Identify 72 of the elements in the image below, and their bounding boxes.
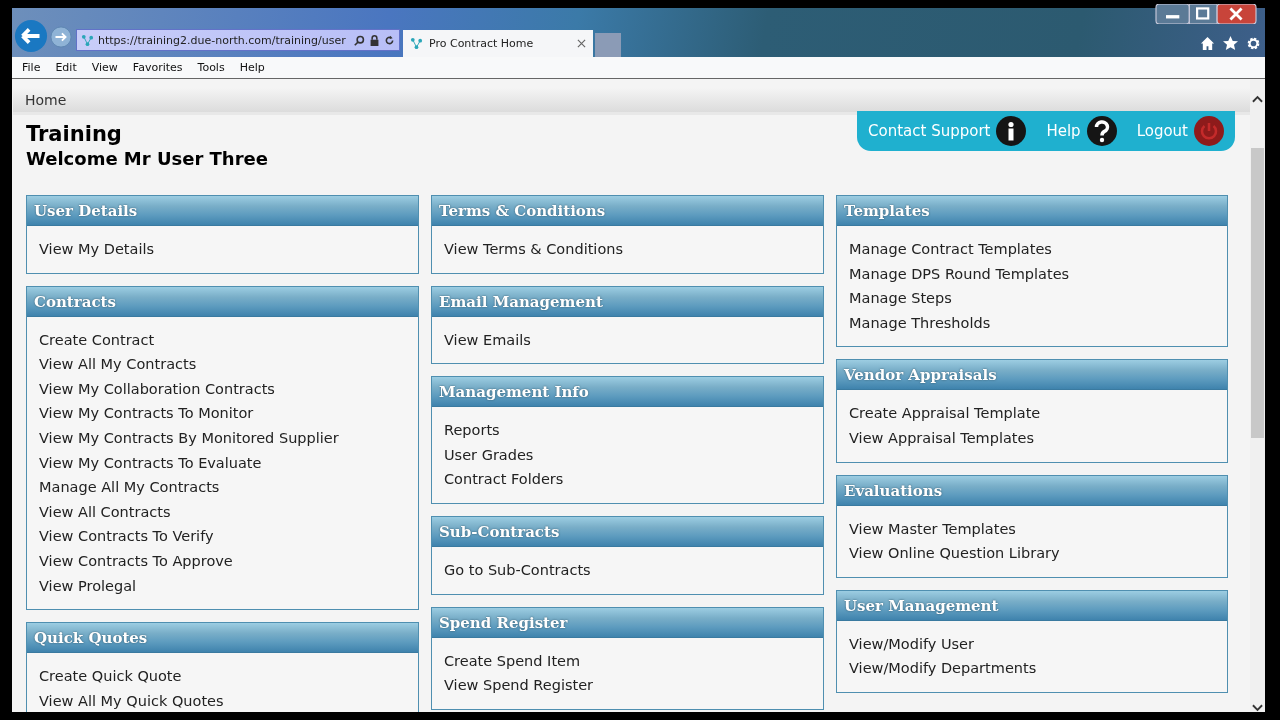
site-icon	[81, 33, 94, 47]
panel-link[interactable]: Create Quick Quote	[39, 664, 406, 689]
lock-icon	[369, 34, 380, 46]
panel-link[interactable]: View Online Question Library	[849, 541, 1215, 566]
panel-link[interactable]: View/Modify User	[849, 631, 1215, 657]
panel-header: Quick Quotes	[27, 623, 418, 654]
panel-link[interactable]: Create Spend Item	[444, 648, 811, 674]
menu-item[interactable]: Help	[239, 61, 265, 74]
panel-link[interactable]: View All My Contracts	[39, 352, 406, 377]
help-icon	[1086, 116, 1117, 146]
menu-item[interactable]: Edit	[55, 61, 77, 74]
scroll-down-icon[interactable]	[1252, 704, 1263, 712]
panel-link[interactable]: Contract Folders	[444, 467, 811, 492]
panel-link[interactable]: View My Collaboration Contracts	[39, 376, 406, 402]
panel-link[interactable]: View/Modify Departments	[849, 656, 1215, 681]
panel-header: Contracts	[27, 286, 418, 317]
back-button-icon[interactable]	[14, 19, 48, 53]
panel-link[interactable]: View My Contracts By Monitored Supplier	[39, 425, 406, 451]
scroll-up-icon[interactable]	[1252, 95, 1263, 103]
panel-link[interactable]: Create Appraisal Template	[849, 401, 1215, 426]
refresh-icon[interactable]	[384, 34, 395, 46]
star-icon[interactable]	[1223, 36, 1238, 51]
site-title: Training	[26, 121, 123, 147]
panel-link[interactable]: Manage All My Contracts	[39, 475, 406, 500]
panel-header: Management Info	[432, 377, 823, 408]
breadcrumb-text[interactable]: Home	[25, 92, 67, 108]
info-icon	[996, 116, 1027, 146]
panel-link[interactable]: Manage Contract Templates	[849, 237, 1215, 262]
panel-link[interactable]: View Appraisal Templates	[849, 425, 1215, 451]
panel-link[interactable]: View Prolegal	[39, 573, 406, 599]
url-text: https://training2.due-north.com/training/user	[98, 33, 347, 47]
panel-link[interactable]: Reports	[444, 418, 811, 443]
panel-link[interactable]: View Contracts To Approve	[39, 548, 406, 574]
address-bar[interactable]: https://training2.due-north.com/training/user	[76, 29, 400, 51]
panel-link[interactable]: View My Contracts To Monitor	[39, 401, 406, 426]
panel-link[interactable]: View All Contracts	[39, 499, 406, 525]
panel-link[interactable]: Manage DPS Round Templates	[849, 261, 1215, 287]
home-icon[interactable]	[1200, 36, 1215, 51]
panel-link[interactable]: View All My Quick Quotes	[39, 688, 406, 712]
menu-item[interactable]: Tools	[197, 61, 225, 74]
panel-header: Templates	[837, 196, 1227, 226]
panel-header: User Details	[27, 196, 418, 226]
panel-link[interactable]: View My Contracts To Evaluate	[39, 450, 406, 476]
welcome-text: Welcome Mr User Three	[26, 147, 268, 171]
panel-link[interactable]: View Emails	[444, 327, 811, 353]
panel-link[interactable]: View Terms & Conditions	[444, 237, 811, 262]
panel-header: User Management	[837, 590, 1227, 621]
panel-link[interactable]: Go to Sub-Contracts	[444, 557, 811, 583]
menu-item[interactable]: View	[91, 61, 118, 74]
panel-header: Evaluations	[837, 475, 1227, 506]
site-icon	[410, 37, 423, 50]
close-icon[interactable]	[577, 39, 586, 48]
panel-header: Spend Register	[432, 607, 823, 638]
menu-item[interactable]: Favorites	[132, 61, 183, 74]
search-icon[interactable]	[354, 34, 365, 46]
panel-link[interactable]: View Spend Register	[444, 673, 811, 698]
panel-header: Email Management	[432, 286, 823, 317]
panel-link[interactable]: Create Contract	[39, 327, 406, 353]
panel-link[interactable]: View Master Templates	[849, 516, 1215, 542]
panel-link[interactable]: Manage Thresholds	[849, 310, 1215, 336]
settings-icon[interactable]	[1246, 36, 1261, 51]
panel-header: Vendor Appraisals	[837, 360, 1227, 391]
panel-link[interactable]: View My Details	[39, 237, 406, 262]
panel-link[interactable]: Manage Steps	[849, 286, 1215, 311]
panel-link[interactable]: View Contracts To Verify	[39, 524, 406, 549]
menu-item[interactable]: File	[22, 61, 41, 74]
power-icon	[1194, 116, 1224, 146]
browser-tab[interactable]: Pro Contract Home	[403, 30, 593, 57]
panel-header: Sub-Contracts	[432, 516, 823, 547]
panel-header: Terms & Conditions	[432, 196, 823, 226]
forward-button-icon[interactable]	[50, 26, 72, 48]
panel-link[interactable]: User Grades	[444, 442, 811, 468]
